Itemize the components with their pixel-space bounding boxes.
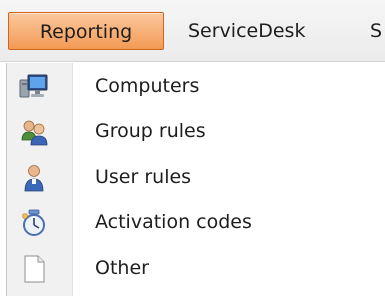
menu-item-label: Activation codes — [95, 211, 252, 233]
group-users-icon — [21, 120, 48, 146]
blank-document-icon — [24, 255, 45, 283]
menu-item-group-rules[interactable]: Group rules — [7, 108, 385, 154]
menu-item-label: Computers — [95, 75, 200, 97]
menu-item-user-rules[interactable]: User rules — [7, 154, 385, 200]
menu-item-activation-codes[interactable]: Activation codes — [7, 199, 385, 245]
menu-item-label: Other — [95, 257, 149, 279]
menu-item-other[interactable]: Other — [7, 245, 385, 291]
menu-item-label: Group rules — [95, 120, 206, 142]
computer-icon — [19, 74, 48, 98]
menu-reporting[interactable]: Reporting — [8, 12, 164, 50]
menu-item-computers[interactable]: Computers — [7, 63, 385, 109]
user-icon — [24, 165, 44, 192]
menu-servicedesk[interactable]: ServiceDesk — [188, 12, 305, 50]
menu-next-truncated[interactable]: S — [370, 12, 382, 50]
reporting-dropdown: Computers Group rules User rules Activat… — [6, 63, 385, 296]
menu-bar: Reporting ServiceDesk S — [0, 0, 385, 62]
menu-item-label: User rules — [95, 166, 192, 188]
activation-codes-icon — [22, 209, 45, 236]
